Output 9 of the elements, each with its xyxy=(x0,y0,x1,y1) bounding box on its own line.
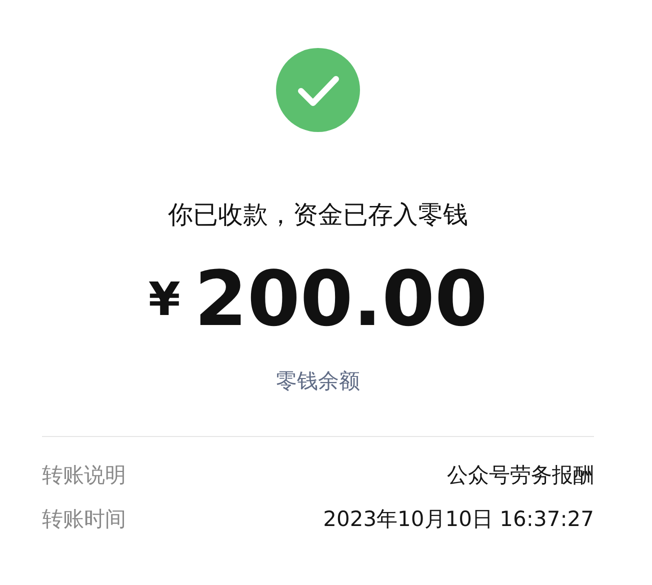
detail-value: 公众号劳务报酬 xyxy=(447,462,594,489)
status-message: 你已收款，资金已存入零钱 xyxy=(168,199,468,231)
success-check-icon xyxy=(276,48,360,132)
detail-label: 转账说明 xyxy=(42,462,126,489)
detail-value: 2023年10月10日 16:37:27 xyxy=(323,506,594,533)
detail-label: 转账时间 xyxy=(42,506,126,533)
currency-symbol: ¥ xyxy=(148,272,180,326)
amount-value: 200.00 xyxy=(194,254,488,344)
balance-link[interactable]: 零钱余额 xyxy=(276,366,360,396)
